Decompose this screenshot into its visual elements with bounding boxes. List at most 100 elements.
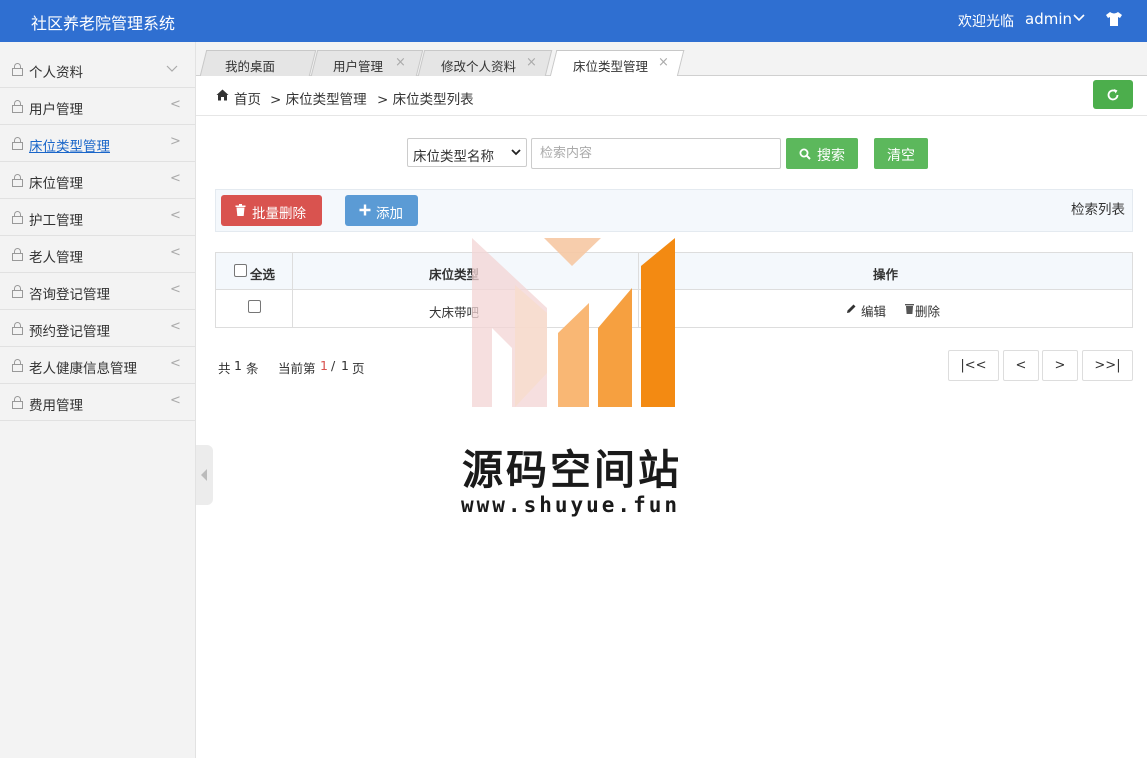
collapse-arrow-icon xyxy=(201,469,207,481)
select-all-label: 全选 xyxy=(250,267,276,282)
chevron-down-icon[interactable] xyxy=(1073,14,1085,22)
sidebar: 个人资料 用户管理 < 床位类型管理 > 床位管理 < 护工管理 < 老人管理 … xyxy=(0,42,196,758)
pager-current-prefix: 当前第 xyxy=(278,361,316,376)
sidebar-item-label: 预约登记管理 xyxy=(29,324,110,340)
tab-label: 用户管理 xyxy=(333,59,384,74)
pager-pages: 1 xyxy=(341,358,349,373)
lock-icon xyxy=(12,174,23,187)
lock-icon xyxy=(12,248,23,261)
top-header: 社区养老院管理系统 欢迎光临 admin xyxy=(0,0,1147,42)
sidebar-item-label: 个人资料 xyxy=(29,65,83,81)
pager-total-suffix: 条 xyxy=(246,361,259,376)
welcome-text: 欢迎光临 xyxy=(958,14,1014,30)
search-input[interactable] xyxy=(531,138,781,169)
close-icon[interactable]: × xyxy=(526,55,537,70)
clear-button[interactable]: 清空 xyxy=(874,138,928,169)
sidebar-item-label: 老人管理 xyxy=(29,250,83,266)
refresh-icon xyxy=(1107,89,1119,101)
tab-bar: 我的桌面 用户管理 × 修改个人资料 × 床位类型管理 × xyxy=(196,42,1147,77)
sidebar-item-label: 咨询登记管理 xyxy=(29,287,110,303)
search-button[interactable]: 搜索 xyxy=(786,138,858,169)
sidebar-item-health[interactable]: 老人健康信息管理 < xyxy=(0,347,195,384)
next-page-button[interactable]: > xyxy=(1042,350,1078,381)
sidebar-item-label: 床位管理 xyxy=(29,176,83,192)
expand-arrow: < xyxy=(170,171,181,186)
breadcrumb-home[interactable]: 首页 xyxy=(234,88,261,108)
pager-total-prefix: 共 xyxy=(218,361,231,376)
lock-icon xyxy=(12,63,23,76)
search-button-label: 搜索 xyxy=(817,148,845,164)
sidebar-item-users[interactable]: 用户管理 < xyxy=(0,88,195,125)
pager-separator: / xyxy=(331,358,336,373)
expand-arrow: > xyxy=(170,134,181,149)
pager-current-page: 1 xyxy=(320,358,328,373)
lock-icon xyxy=(12,322,23,335)
sidebar-collapse-handle[interactable] xyxy=(196,445,213,505)
tab-label: 修改个人资料 xyxy=(441,59,517,74)
search-icon xyxy=(799,148,811,160)
tab-label: 床位类型管理 xyxy=(573,59,649,74)
expand-arrow: < xyxy=(170,208,181,223)
first-page-button[interactable]: |<< xyxy=(948,350,999,381)
breadcrumb: 首页 > 床位类型管理 > 床位类型列表 xyxy=(196,76,1147,116)
prev-page-button[interactable]: < xyxy=(1003,350,1039,381)
sidebar-item-profile[interactable]: 个人资料 xyxy=(0,51,195,88)
sidebar-item-appointments[interactable]: 预约登记管理 < xyxy=(0,310,195,347)
select-value: 床位类型名称 xyxy=(413,149,494,165)
sidebar-item-label: 床位类型管理 xyxy=(29,139,110,155)
expand-arrow: < xyxy=(170,356,181,371)
trash-icon xyxy=(235,204,246,216)
trash-icon[interactable] xyxy=(905,303,914,314)
pager-pages-suffix: 页 xyxy=(352,361,365,376)
breadcrumb-bed-types[interactable]: > 床位类型管理 xyxy=(270,88,367,108)
tab-label: 我的桌面 xyxy=(225,59,276,74)
plus-icon xyxy=(359,204,371,216)
theme-shirt-icon[interactable] xyxy=(1105,11,1123,27)
home-icon xyxy=(216,89,229,101)
expand-arrow: < xyxy=(170,319,181,334)
pencil-icon[interactable] xyxy=(846,303,857,314)
watermark-title: 源码空间站 xyxy=(462,446,682,494)
expand-arrow: < xyxy=(170,282,181,297)
refresh-button[interactable] xyxy=(1093,80,1133,109)
row-checkbox[interactable] xyxy=(248,300,261,313)
list-title: 检索列表 xyxy=(1071,202,1125,218)
user-menu[interactable]: admin xyxy=(1025,10,1072,28)
sidebar-item-beds[interactable]: 床位管理 < xyxy=(0,162,195,199)
sidebar-item-bed-types[interactable]: 床位类型管理 > xyxy=(0,125,195,162)
expand-arrow: < xyxy=(170,393,181,408)
batch-delete-button[interactable]: 批量删除 xyxy=(221,195,322,226)
sidebar-item-label: 用户管理 xyxy=(29,102,83,118)
breadcrumb-current: > 床位类型列表 xyxy=(377,92,474,108)
lock-icon xyxy=(12,359,23,372)
pager-total: 1 xyxy=(234,358,242,373)
search-field-select[interactable]: 床位类型名称 xyxy=(407,138,527,167)
last-page-button[interactable]: >>| xyxy=(1082,350,1133,381)
expand-arrow: < xyxy=(170,245,181,260)
chevron-down-icon xyxy=(511,149,521,156)
sidebar-item-caregivers[interactable]: 护工管理 < xyxy=(0,199,195,236)
sidebar-item-label: 老人健康信息管理 xyxy=(29,361,137,377)
column-divider xyxy=(292,253,293,327)
delete-link[interactable]: 删除 xyxy=(915,301,940,320)
expand-arrow: < xyxy=(170,97,181,112)
column-header-actions: 操作 xyxy=(873,267,899,282)
add-button[interactable]: 添加 xyxy=(345,195,418,226)
lock-icon xyxy=(12,211,23,224)
sidebar-item-label: 费用管理 xyxy=(29,398,83,414)
sidebar-item-elders[interactable]: 老人管理 < xyxy=(0,236,195,273)
close-icon[interactable]: × xyxy=(658,55,669,70)
add-button-label: 添加 xyxy=(376,206,403,222)
close-icon[interactable]: × xyxy=(395,55,406,70)
edit-link[interactable]: 编辑 xyxy=(861,301,886,320)
select-all-checkbox[interactable] xyxy=(234,264,247,277)
watermark-url: www.shuyue.fun xyxy=(461,493,681,517)
batch-delete-label: 批量删除 xyxy=(252,206,306,222)
lock-icon xyxy=(12,100,23,113)
sidebar-item-fees[interactable]: 费用管理 < xyxy=(0,384,195,421)
app-title: 社区养老院管理系统 xyxy=(31,14,176,33)
lock-icon xyxy=(12,137,23,150)
clear-button-label: 清空 xyxy=(887,148,915,164)
sidebar-item-consultations[interactable]: 咨询登记管理 < xyxy=(0,273,195,310)
watermark-logo xyxy=(472,238,675,407)
